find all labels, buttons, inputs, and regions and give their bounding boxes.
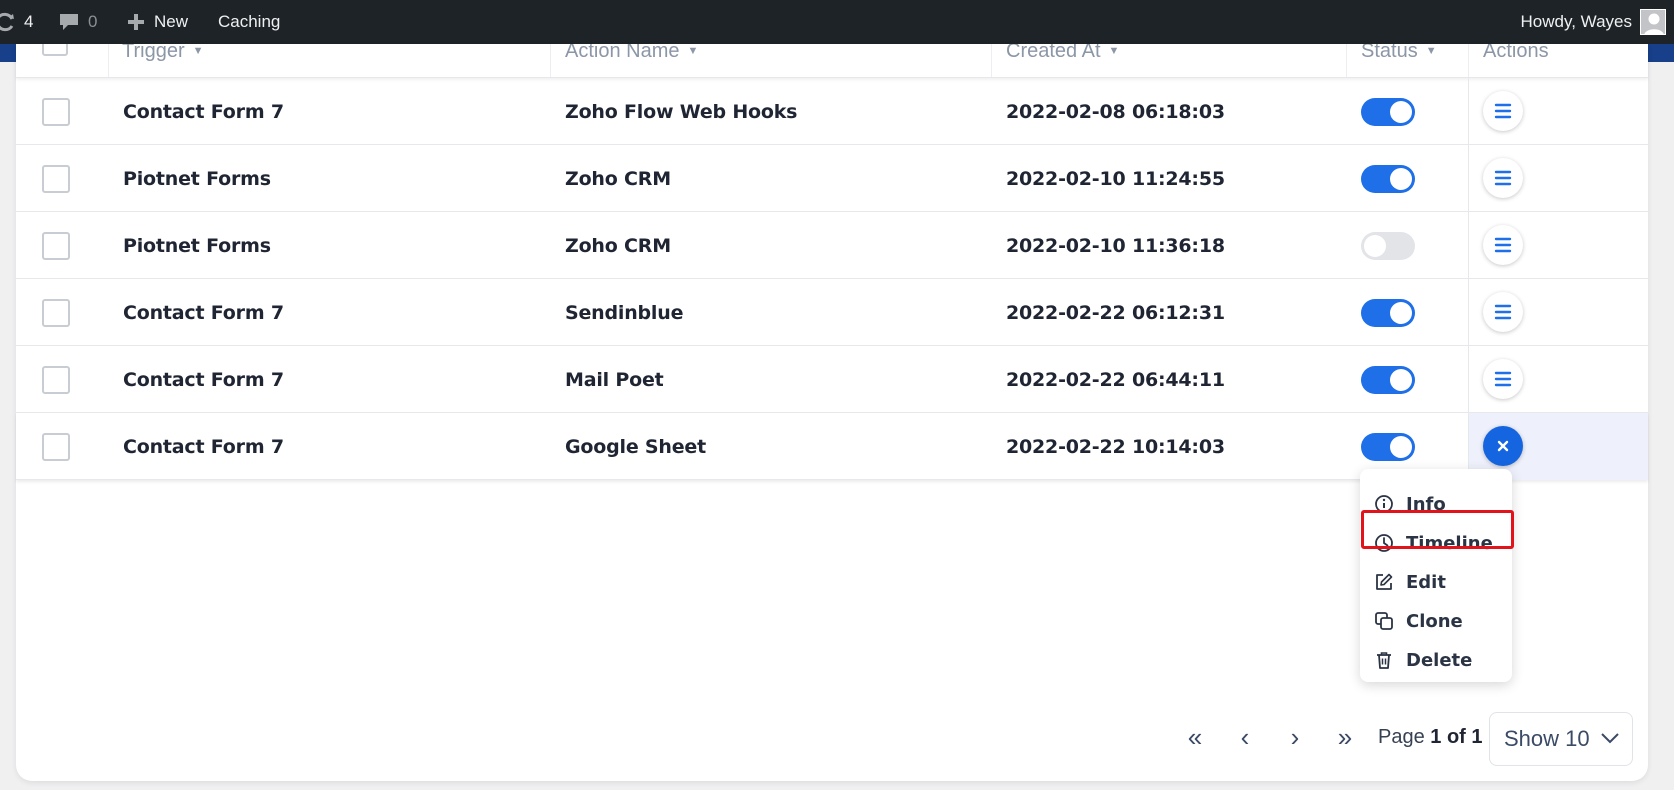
plus-icon <box>128 14 144 30</box>
status-toggle[interactable] <box>1361 432 1415 461</box>
menu-icon <box>1494 304 1512 320</box>
user-icon <box>1644 13 1664 34</box>
action-name-cell: Zoho CRM <box>565 167 671 190</box>
timeline-highlight-box <box>1361 510 1514 549</box>
menu-icon <box>1494 103 1512 119</box>
next-page-button[interactable]: › <box>1280 712 1310 762</box>
prev-page-button[interactable]: ‹ <box>1230 712 1260 762</box>
edit-icon <box>1376 573 1393 590</box>
table-row[interactable]: Contact Form 7 Zoho Flow Web Hooks 2022-… <box>16 78 1648 145</box>
sort-icon: ▼ <box>687 45 699 57</box>
row-actions-button[interactable] <box>1483 292 1523 332</box>
menu-icon <box>1494 371 1512 387</box>
column-header-created-at[interactable]: Created At ▼ <box>1006 44 1119 68</box>
action-name-cell: Zoho Flow Web Hooks <box>565 100 798 123</box>
trigger-cell: Contact Form 7 <box>123 301 284 324</box>
menu-icon <box>1494 237 1512 253</box>
row-actions-button[interactable] <box>1483 225 1523 265</box>
account-menu[interactable]: Howdy, Wayes <box>1521 0 1666 44</box>
menu-item-edit[interactable]: Edit <box>1374 567 1446 597</box>
row-actions-button[interactable] <box>1483 158 1523 198</box>
chevron-down-icon <box>1601 733 1619 744</box>
status-toggle[interactable] <box>1361 97 1415 126</box>
page-indicator: Page 1 of 1 <box>1378 726 1483 748</box>
clone-icon <box>1375 612 1393 630</box>
action-name-cell: Zoho CRM <box>565 234 671 257</box>
created-at-cell: 2022-02-22 06:44:11 <box>1006 368 1225 391</box>
table-row[interactable]: Contact Form 7 Mail Poet 2022-02-22 06:4… <box>16 346 1648 413</box>
created-at-cell: 2022-02-10 11:36:18 <box>1006 234 1225 257</box>
caching-label: Caching <box>218 12 281 31</box>
close-icon <box>1497 440 1509 452</box>
action-name-cell: Mail Poet <box>565 368 664 391</box>
created-at-cell: 2022-02-08 06:18:03 <box>1006 100 1225 123</box>
menu-item-clone[interactable]: Clone <box>1374 606 1463 636</box>
status-toggle[interactable] <box>1361 231 1415 260</box>
created-at-cell: 2022-02-22 06:12:31 <box>1006 301 1225 324</box>
comments-count: 0 <box>88 12 98 31</box>
status-toggle[interactable] <box>1361 365 1415 394</box>
row-actions-menu: Info Timeline Edit Clone Delete <box>1360 469 1512 682</box>
action-name-cell: Google Sheet <box>565 435 706 458</box>
trigger-cell: Contact Form 7 <box>123 368 284 391</box>
column-header-trigger[interactable]: Trigger ▼ <box>122 44 204 68</box>
column-divider <box>550 44 551 77</box>
column-header-actions: Actions <box>1483 44 1549 62</box>
row-actions-button[interactable] <box>1483 91 1523 131</box>
updates-link[interactable]: 4 <box>0 0 33 44</box>
updates-icon <box>0 12 14 32</box>
trigger-cell: Piotnet Forms <box>123 167 271 190</box>
created-at-cell: 2022-02-10 11:24:55 <box>1006 167 1225 190</box>
sort-icon: ▼ <box>192 45 204 57</box>
created-at-cell: 2022-02-22 10:14:03 <box>1006 435 1225 458</box>
row-checkbox[interactable] <box>42 164 70 193</box>
column-divider <box>1468 44 1469 77</box>
menu-icon <box>1494 170 1512 186</box>
row-checkbox[interactable] <box>42 97 70 126</box>
last-page-button[interactable]: » <box>1330 712 1360 762</box>
trash-icon <box>1377 652 1391 669</box>
admin-bar: 4 0 New Caching Howdy, Wayes <box>0 0 1674 44</box>
close-actions-button[interactable] <box>1483 426 1523 466</box>
column-divider <box>1346 44 1347 77</box>
comments-link[interactable]: 0 <box>58 0 97 44</box>
row-checkbox[interactable] <box>42 231 70 260</box>
table-header: Trigger ▼ Action Name ▼ Created At ▼ Status… <box>16 44 1648 78</box>
trigger-cell: Contact Form 7 <box>123 435 284 458</box>
trigger-cell: Contact Form 7 <box>123 100 284 123</box>
select-all-checkbox[interactable] <box>42 44 68 56</box>
table-row[interactable]: Contact Form 7 Sendinblue 2022-02-22 06:… <box>16 279 1648 346</box>
action-name-cell: Sendinblue <box>565 301 684 324</box>
column-header-action-name[interactable]: Action Name ▼ <box>565 44 698 68</box>
comment-icon <box>60 14 78 30</box>
sort-icon: ▼ <box>1425 45 1437 57</box>
howdy-text: Howdy, Wayes <box>1520 12 1632 31</box>
new-content-link[interactable]: New <box>126 0 188 44</box>
row-checkbox[interactable] <box>42 432 70 461</box>
table-row[interactable]: Piotnet Forms Zoho CRM 2022-02-10 11:36:… <box>16 212 1648 279</box>
trigger-cell: Piotnet Forms <box>123 234 271 257</box>
caching-link[interactable]: Caching <box>218 0 280 44</box>
sort-icon: ▼ <box>1108 45 1120 57</box>
avatar <box>1640 9 1666 35</box>
menu-item-delete[interactable]: Delete <box>1374 645 1472 675</box>
table-row[interactable]: Piotnet Forms Zoho CRM 2022-02-10 11:24:… <box>16 145 1648 212</box>
column-header-status[interactable]: Status ▼ <box>1361 44 1437 68</box>
row-checkbox[interactable] <box>42 365 70 394</box>
column-divider <box>108 44 109 77</box>
updates-count: 4 <box>24 12 34 31</box>
first-page-button[interactable]: « <box>1180 712 1210 762</box>
page-size-select[interactable]: Show 10 <box>1489 712 1633 766</box>
column-divider <box>991 44 992 77</box>
status-toggle[interactable] <box>1361 164 1415 193</box>
status-toggle[interactable] <box>1361 298 1415 327</box>
row-checkbox[interactable] <box>42 298 70 327</box>
row-actions-button[interactable] <box>1483 359 1523 399</box>
new-label: New <box>154 12 189 31</box>
